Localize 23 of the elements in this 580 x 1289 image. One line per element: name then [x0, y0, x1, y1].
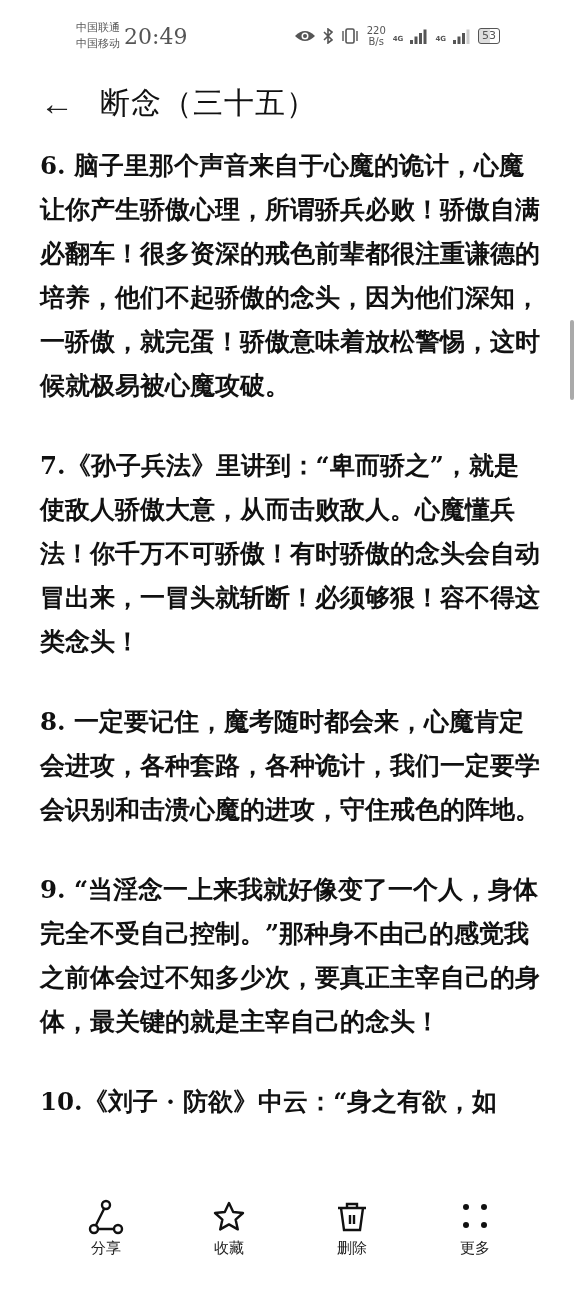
carrier-name: 中国移动 [76, 36, 120, 52]
vibrate-icon [339, 28, 360, 44]
clock: 20:49 [124, 23, 188, 49]
back-button[interactable]: ← [40, 86, 74, 120]
carrier-name: 中国联通 [76, 20, 120, 36]
paragraph: 9. “当淫念一上来我就好像变了一个人，身体完全不受自己控制。”那种身不由己的感觉我之前体会过不知多少次，要真正主宰自己的身体，最关键的就是主宰自己的念头！ [40, 874, 540, 1038]
signal-icon [410, 28, 429, 44]
page-title: 断念（三十五） [100, 83, 317, 122]
eye-icon [293, 29, 316, 43]
paragraph: 10.《刘子 · 防欲》中云：“身之有欲，如 [40, 1086, 499, 1118]
more-button[interactable]: 更多 [413, 1179, 536, 1279]
share-button[interactable]: 分享 [44, 1179, 167, 1279]
paragraph: 8. 一定要记住，魔考随时都会来，心魔肯定会进攻，各种套路，各种诡计，我们一定要学会识别和击溃心魔的进攻，守住戒色的阵地。 [40, 706, 540, 826]
paragraph: 6. 脑子里那个声音来自于心魔的诡计，心魔让你产生骄傲心理，所谓骄兵必败！骄傲自满必翻车！很多资深的戒色前辈都很注重谦德的培养，他们不起骄傲的念头，因为他们深知，一骄傲，就完蛋！骄傲意味着放松警惕，这时候就极易被心魔攻破。 [40, 150, 540, 402]
share-icon [87, 1199, 124, 1235]
star-button[interactable]: 收藏 [167, 1179, 290, 1279]
net-speed: B/s [367, 36, 385, 47]
paragraph: 7.《孙子兵法》里讲到：“卑而骄之”，就是使敌人骄傲大意，从而击败敌人。心魔懂兵法！你千万不可骄傲！有时骄傲的念头会自动冒出来，一冒头就斩断！必须够狠！容不得这类念头！ [40, 450, 540, 658]
trash-button[interactable]: 删除 [290, 1179, 413, 1279]
signal-icon [453, 28, 471, 44]
bluetooth-icon [322, 28, 333, 44]
battery-level: 53 [478, 28, 500, 44]
net-speed: 220 [366, 25, 386, 36]
